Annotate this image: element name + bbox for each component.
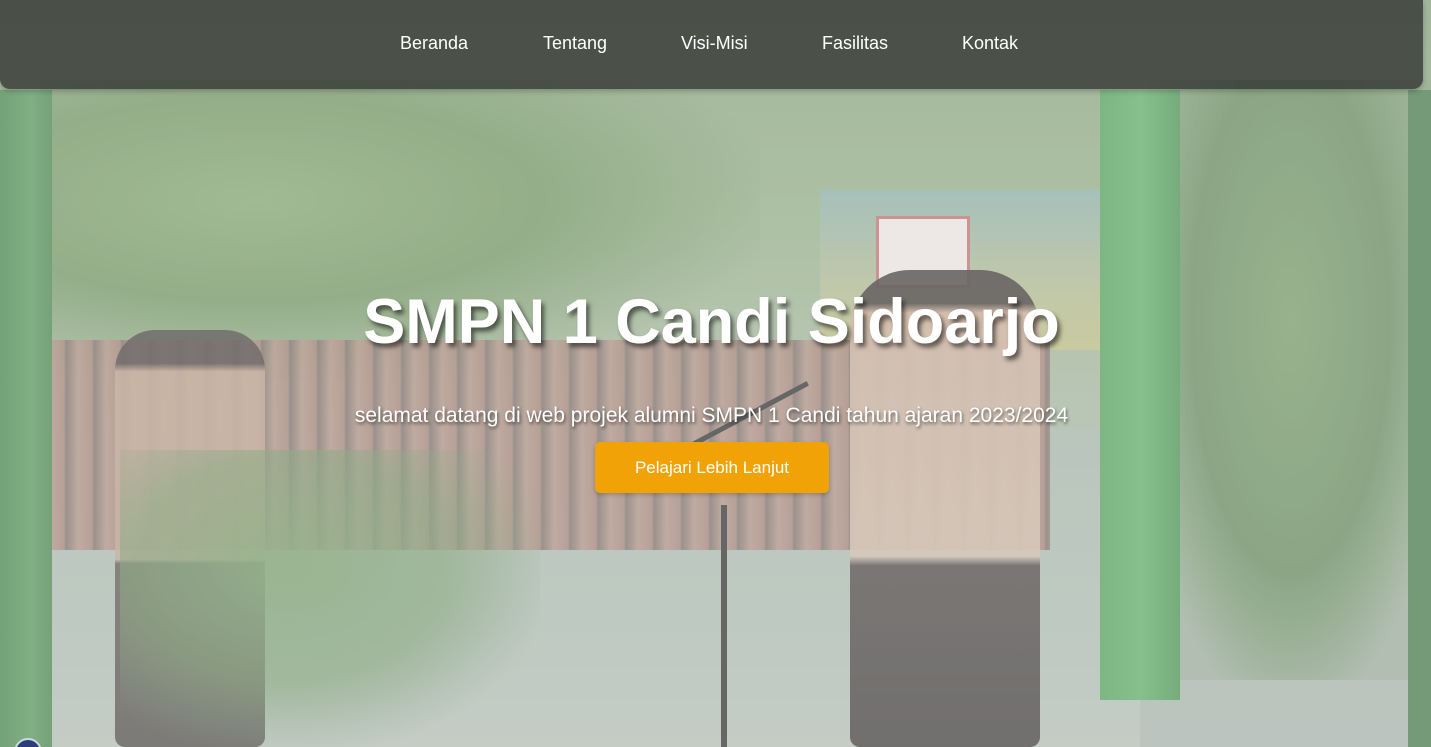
nav-item-beranda[interactable]: Beranda — [400, 32, 468, 54]
nav-item-visi-misi[interactable]: Visi-Misi — [681, 32, 748, 54]
hero-overlay — [0, 0, 1431, 747]
nav-item-fasilitas[interactable]: Fasilitas — [822, 32, 888, 54]
nav-list: Beranda Tentang Visi-Misi Fasilitas Kont… — [0, 0, 1423, 89]
hero-subtitle: selamat datang di web projek alumni SMPN… — [354, 404, 1069, 427]
hero-section: SMPN 1 Candi Sidoarjo selamat datang di … — [0, 0, 1431, 747]
nav-item-kontak[interactable]: Kontak — [962, 32, 1018, 54]
nav-item-tentang[interactable]: Tentang — [543, 32, 607, 54]
top-navbar: Beranda Tentang Visi-Misi Fasilitas Kont… — [0, 0, 1423, 89]
learn-more-button[interactable]: Pelajari Lebih Lanjut — [595, 442, 829, 493]
hero-title: SMPN 1 Candi Sidoarjo — [363, 287, 1060, 357]
